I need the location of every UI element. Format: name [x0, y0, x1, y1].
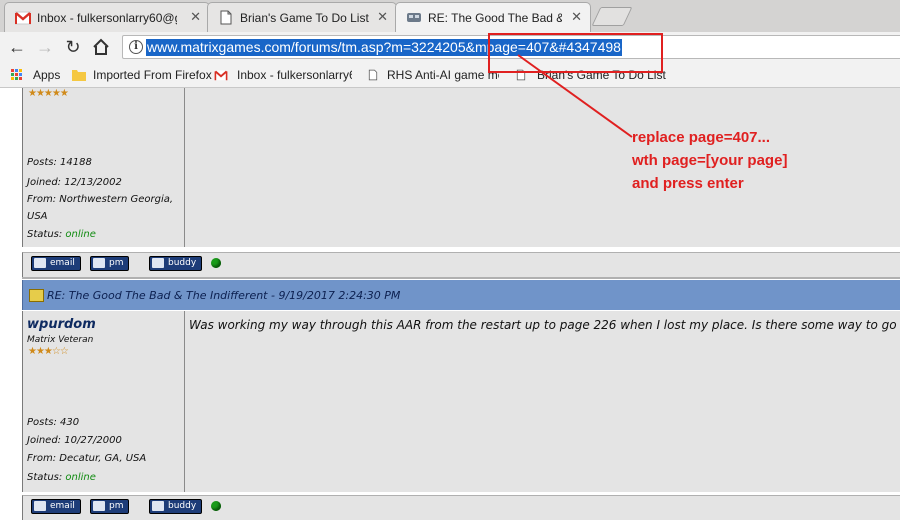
annotation-line-3: and press enter [632, 175, 744, 192]
post-divider [22, 277, 900, 279]
info-icon[interactable]: i [129, 40, 143, 54]
buddy-icon [152, 501, 164, 511]
tab-game-todo[interactable]: Brian's Game To Do List ✕ [207, 2, 397, 32]
user-panel: ★★★★★ Posts: 14188 Joined: 12/13/2002 Fr… [23, 88, 185, 247]
email-icon [34, 258, 46, 268]
home-icon[interactable] [90, 36, 112, 58]
user-rank: Matrix Veteran [27, 335, 94, 345]
annotation-highlight-box [488, 33, 663, 73]
rating-stars-icon: ★★★★★ [28, 88, 69, 99]
buddy-icon [152, 258, 164, 268]
user-panel: wpurdom Matrix Veteran ★★★☆☆ Posts: 430 … [23, 311, 185, 492]
tab-gmail-inbox[interactable]: Inbox - fulkersonlarry60@g ✕ [4, 2, 210, 32]
forum-post: wpurdom Matrix Veteran ★★★☆☆ Posts: 430 … [22, 311, 900, 492]
bookmark-imported-firefox[interactable]: Imported From Firefox [93, 68, 212, 82]
post-actions: email pm buddy [22, 495, 900, 520]
user-joined-date: Joined: 10/27/2000 [27, 435, 122, 446]
user-location-cont: USA [27, 211, 48, 222]
email-button[interactable]: email [31, 256, 81, 271]
gmail-icon [214, 70, 228, 81]
user-status: Status: online [27, 472, 96, 483]
post-icon [29, 289, 44, 302]
post-date: - 9/19/2017 2:24:30 PM [267, 289, 401, 302]
online-status: online [65, 472, 96, 483]
post-actions: email pm buddy [22, 252, 900, 277]
pm-icon [93, 501, 105, 511]
pm-button[interactable]: pm [90, 499, 130, 514]
buddy-button[interactable]: buddy [149, 256, 203, 271]
tab-forum-thread[interactable]: RE: The Good The Bad & Th ✕ [395, 2, 591, 32]
email-icon [34, 501, 46, 511]
folder-icon [72, 70, 86, 81]
online-indicator-icon [211, 501, 221, 511]
user-status: Status: online [27, 229, 96, 240]
tab-title: Inbox - fulkersonlarry60@g [37, 11, 177, 25]
annotation-line-1: replace page=407... [632, 129, 771, 146]
buddy-button[interactable]: buddy [149, 499, 203, 514]
forum-icon [407, 13, 421, 22]
annotation-note: replace page=407... wth page=[your page]… [632, 126, 787, 195]
back-arrow-icon[interactable]: ← [6, 36, 28, 58]
rating-stars-icon: ★★★☆☆ [28, 346, 69, 357]
post-subject: RE: The Good The Bad & The Indifferent -… [47, 289, 401, 302]
user-location: From: Decatur, GA, USA [27, 453, 147, 464]
annotation-line-2: wth page=[your page] [632, 152, 788, 169]
online-status: online [65, 229, 96, 240]
bookmark-gmail-inbox[interactable]: Inbox - fulkersonlarry6( [237, 68, 352, 82]
new-tab-button[interactable] [591, 7, 633, 26]
close-tab-icon[interactable]: ✕ [190, 9, 201, 25]
bookmark-rhs-anti-ai[interactable]: RHS Anti-AI game me [387, 68, 499, 82]
reload-icon[interactable]: ↻ [62, 36, 84, 58]
pm-icon [93, 258, 105, 268]
post-author[interactable]: wpurdom [27, 317, 96, 332]
user-joined-date: Joined: 12/13/2002 [27, 177, 122, 188]
close-tab-icon[interactable]: ✕ [377, 9, 388, 25]
tab-strip: Inbox - fulkersonlarry60@g ✕ Brian's Gam… [0, 0, 900, 32]
page-icon [220, 10, 232, 25]
user-location: From: Northwestern Georgia, [27, 194, 174, 205]
bookmarks-bar: Apps Imported From Firefox Inbox - fulke… [0, 62, 900, 88]
email-button[interactable]: email [31, 499, 81, 514]
close-tab-icon[interactable]: ✕ [571, 9, 582, 25]
post-header: RE: The Good The Bad & The Indifferent -… [22, 280, 900, 310]
user-post-count: Posts: 430 [27, 417, 80, 428]
gmail-icon [15, 11, 31, 25]
pm-button[interactable]: pm [90, 256, 130, 271]
forward-arrow-icon[interactable]: → [34, 36, 56, 58]
page-icon [368, 69, 378, 81]
browser-toolbar: ← → ↻ i www.matrixgames.com/forums/tm.as… [0, 32, 900, 62]
tab-title: Brian's Game To Do List [240, 11, 369, 25]
post-body: Was working my way through this AAR from… [189, 318, 897, 332]
online-indicator-icon [211, 258, 221, 268]
apps-icon[interactable] [11, 69, 23, 81]
user-post-count: Posts: 14188 [27, 157, 92, 168]
bookmark-apps[interactable]: Apps [33, 68, 60, 82]
tab-title: RE: The Good The Bad & Th [428, 11, 562, 25]
